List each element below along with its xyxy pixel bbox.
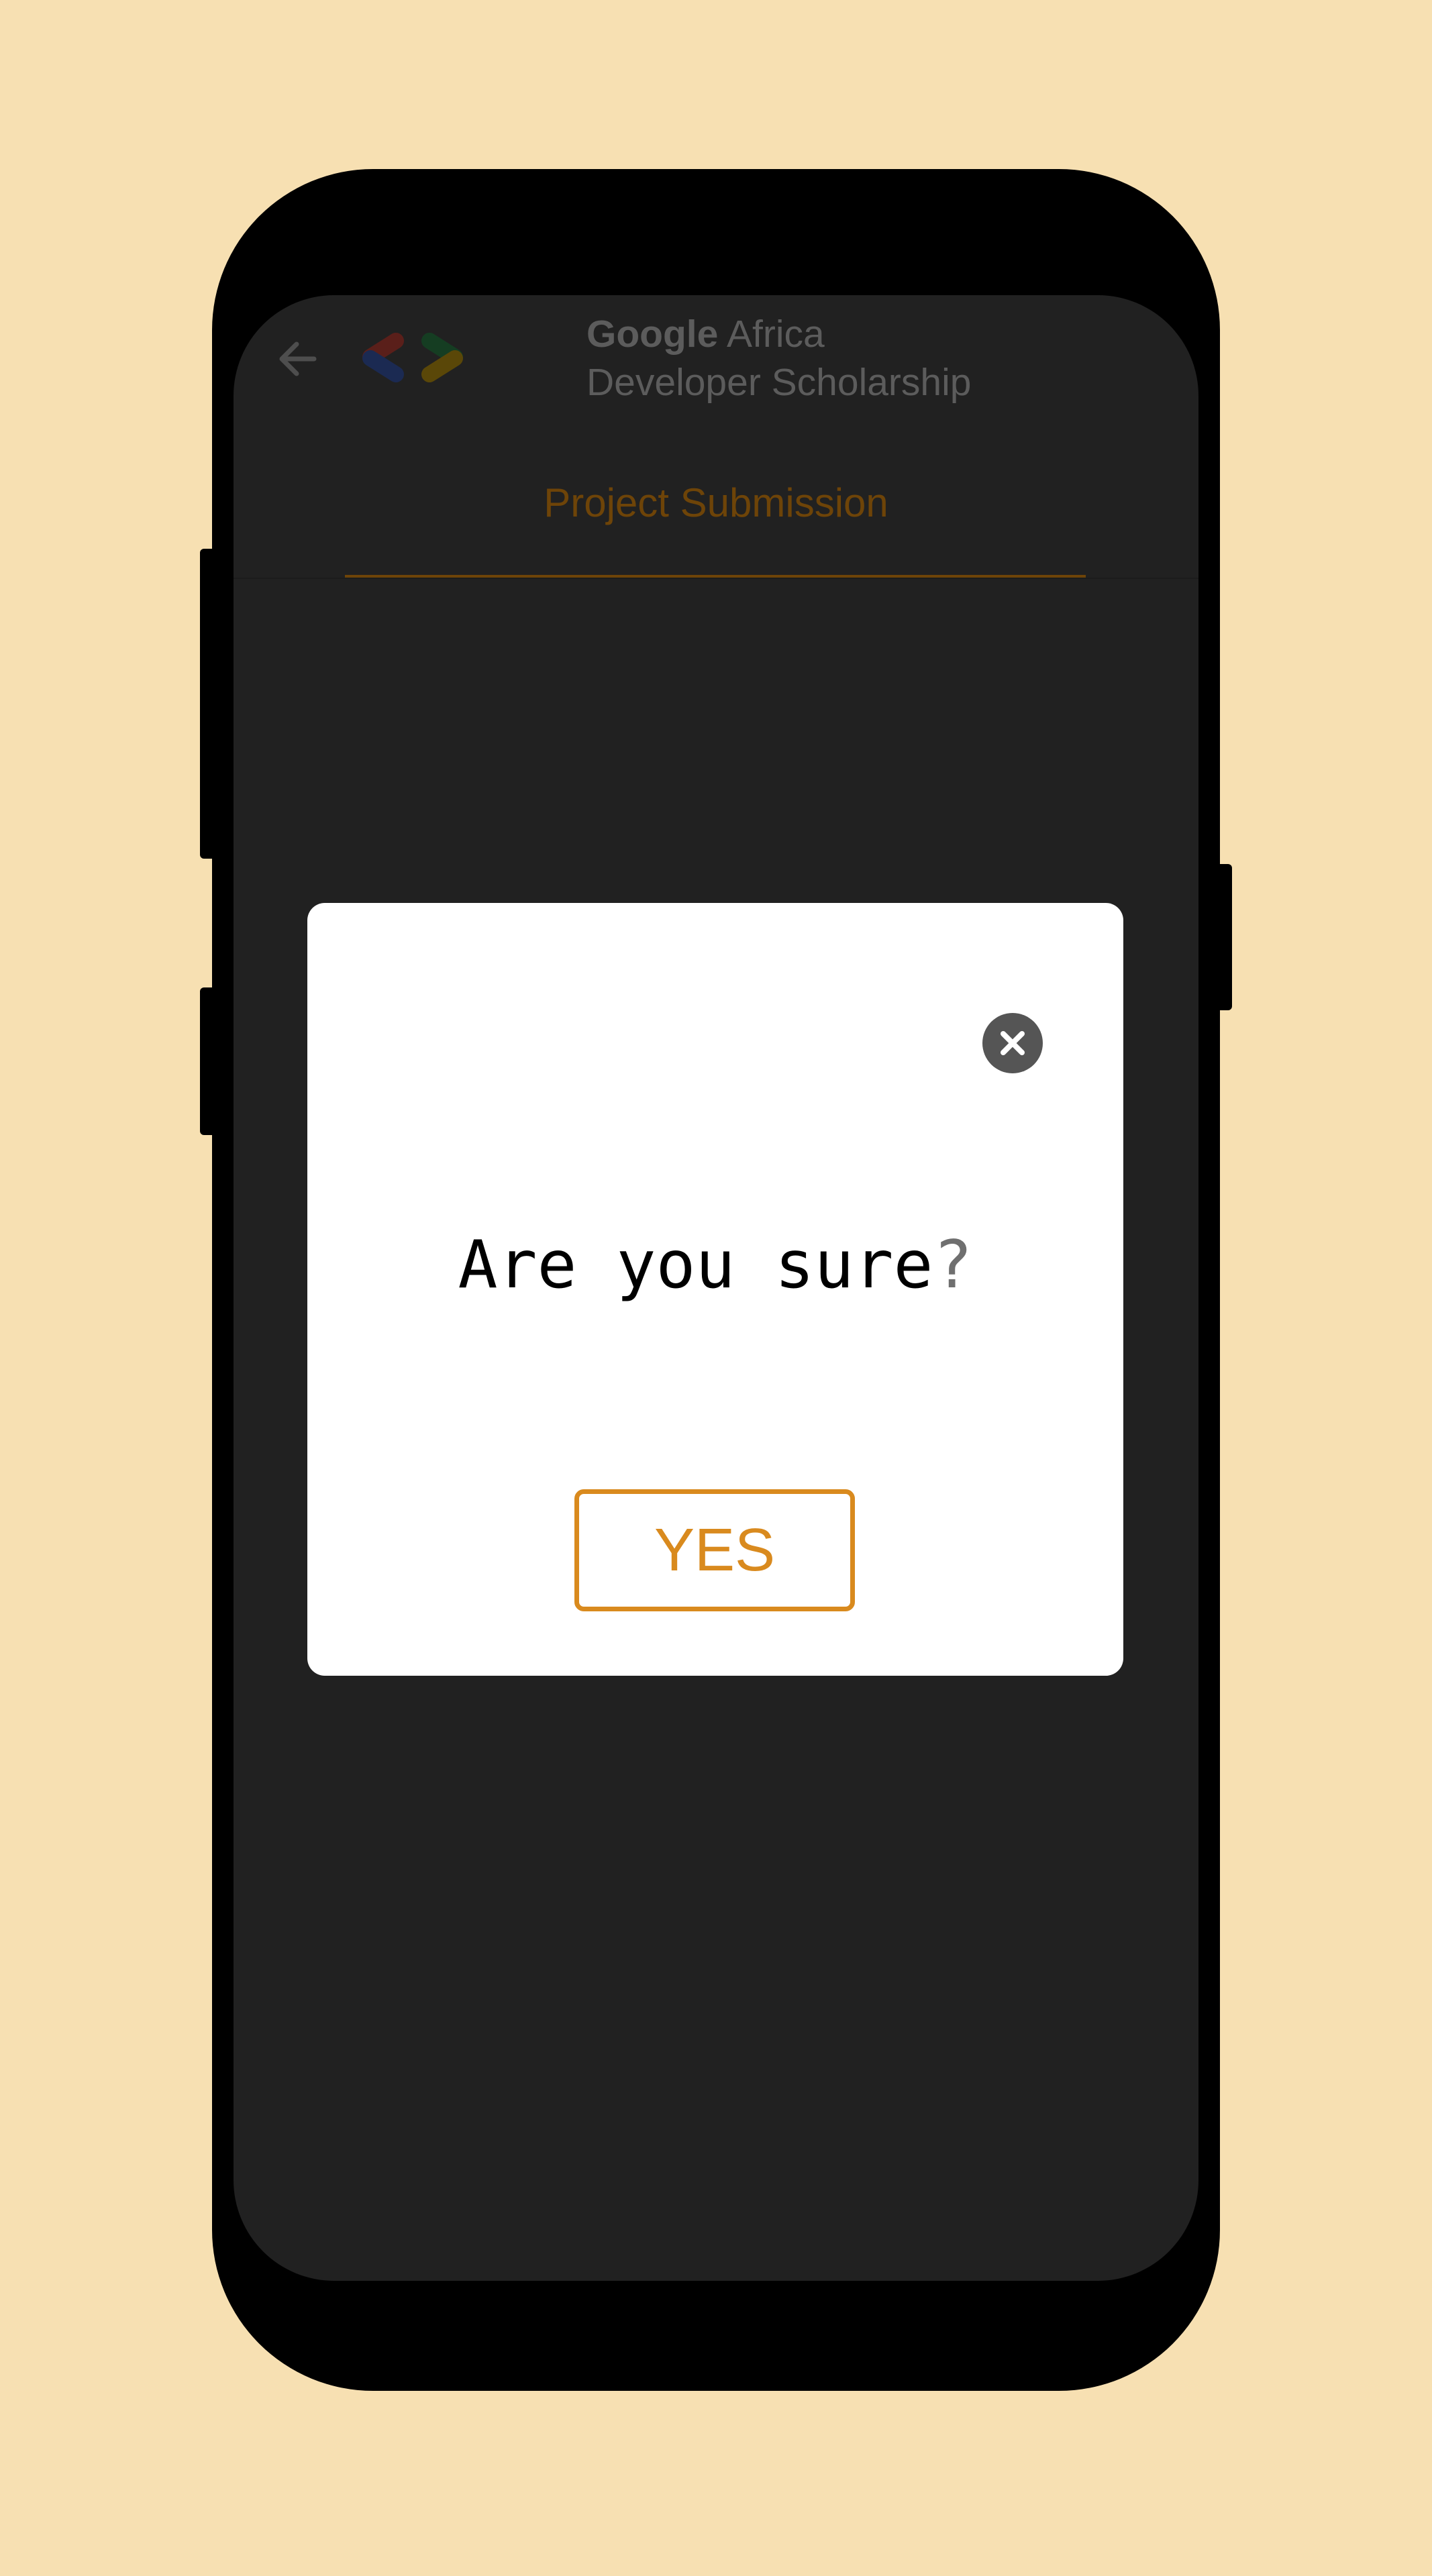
app-title-line-1: Google Africa [586,310,971,358]
tab-project-submission[interactable]: Project Submission [234,478,1198,529]
dialog-question-mark: ? [933,1227,973,1303]
dialog-question: Are you sure? [307,1225,1123,1305]
volume-up-button [200,549,216,859]
dialog-question-text: Are you sure [458,1227,933,1303]
arrow-left-icon[interactable] [274,334,323,384]
confirm-dialog: Are you sure? YES [307,903,1123,1676]
close-icon[interactable] [982,1013,1043,1073]
app-subtitle: Developer Scholarship [586,361,972,404]
power-button [1216,864,1232,1010]
google-wordmark: Google [586,313,719,356]
google-developers-logo-icon [356,326,470,390]
yes-button[interactable]: YES [574,1489,855,1611]
app-title: Google Africa Developer Scholarship [586,310,971,407]
tab-divider [234,578,1198,579]
app-title-region: Africa [718,313,825,356]
volume-down-button [200,987,216,1135]
